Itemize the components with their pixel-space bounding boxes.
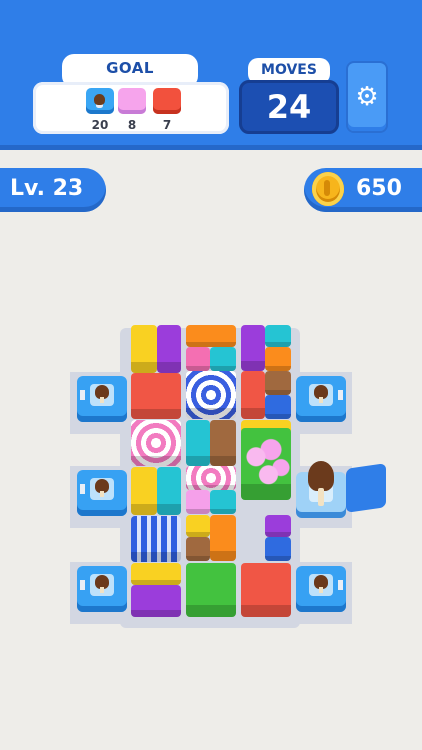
pink-swirl-block[interactable] [131,420,181,466]
purple-block[interactable] [265,515,291,538]
red-block[interactable] [131,373,181,419]
level-badge: Lv. 23 [0,168,106,212]
coin-value: 650 [356,176,402,201]
ice-cream-stick [100,491,104,497]
moves-label: MOVES [261,62,317,78]
dispenser-port [80,580,85,590]
brown-block[interactable] [186,537,210,562]
ice-cream-dispenser[interactable] [77,376,127,422]
pink-bubble-block[interactable] [241,428,291,500]
dispenser-port [338,390,343,400]
ice-cream-stick [318,488,324,506]
ice-cream-stick [100,587,104,593]
teal-block[interactable] [210,490,236,515]
yellow-block[interactable] [131,467,157,515]
gear-icon: ⚙ [355,82,379,112]
ice-cream-icon [308,461,334,491]
moves-counter: 24 [239,80,339,134]
settings-button[interactable]: ⚙ [346,61,388,133]
red-block[interactable] [241,371,265,419]
goal-count: 20 [91,118,109,132]
goal-item-red: 7 [152,88,182,132]
purple-block[interactable] [131,585,181,618]
teal-block[interactable] [210,347,236,372]
blue-swirl-block[interactable] [186,371,236,419]
yellow-block[interactable] [131,563,181,586]
ice-cream-goal-icon [86,88,114,114]
teal-block[interactable] [157,467,181,515]
ice-cream-stick [319,397,323,403]
dispenser-port [338,580,343,590]
striped-block[interactable] [131,516,181,562]
blue-block[interactable] [265,537,291,562]
yellow-block[interactable] [131,325,157,373]
orange-block[interactable] [210,515,236,561]
yellow-block[interactable] [186,515,210,538]
red-block-goal-icon [153,88,181,114]
dispenser-port [80,484,85,494]
pink-swirl-block[interactable] [186,466,236,491]
blue-block[interactable] [265,395,291,420]
goal-count: 7 [162,118,172,132]
purple-block[interactable] [157,325,181,373]
level-label: Lv. 23 [10,176,84,201]
moves-value: 24 [266,88,312,126]
brown-block[interactable] [265,371,291,396]
green-block[interactable] [186,563,236,617]
orange-block[interactable] [265,347,291,372]
teal-block[interactable] [186,420,210,466]
coin-balance[interactable]: 650 [304,168,422,212]
ice-cream-stick [319,587,323,593]
red-block[interactable] [241,563,291,617]
goal-item-pink: 8 [117,88,147,132]
goal-item-ice-cream: 20 [85,88,115,132]
goal-panel: 20 8 7 [33,82,229,134]
lilac-block[interactable] [186,490,210,515]
ice-cream-dispenser[interactable] [296,566,346,612]
ice-cream-dispenser[interactable] [77,470,127,516]
brown-block[interactable] [210,420,236,466]
dispenser-port [80,390,85,400]
pink-block-goal-icon [118,88,146,114]
ice-cream-dispenser[interactable] [77,566,127,612]
ice-cream-dispenser[interactable] [296,376,346,422]
pink-block[interactable] [186,347,210,372]
teal-block[interactable] [265,325,291,348]
orange-block[interactable] [186,325,236,348]
goal-count: 8 [127,118,137,132]
purple-block[interactable] [241,325,265,371]
coin-icon [312,172,344,206]
dispenser-door [346,463,386,513]
goal-label: GOAL [106,59,154,77]
ice-cream-stick [100,397,104,403]
